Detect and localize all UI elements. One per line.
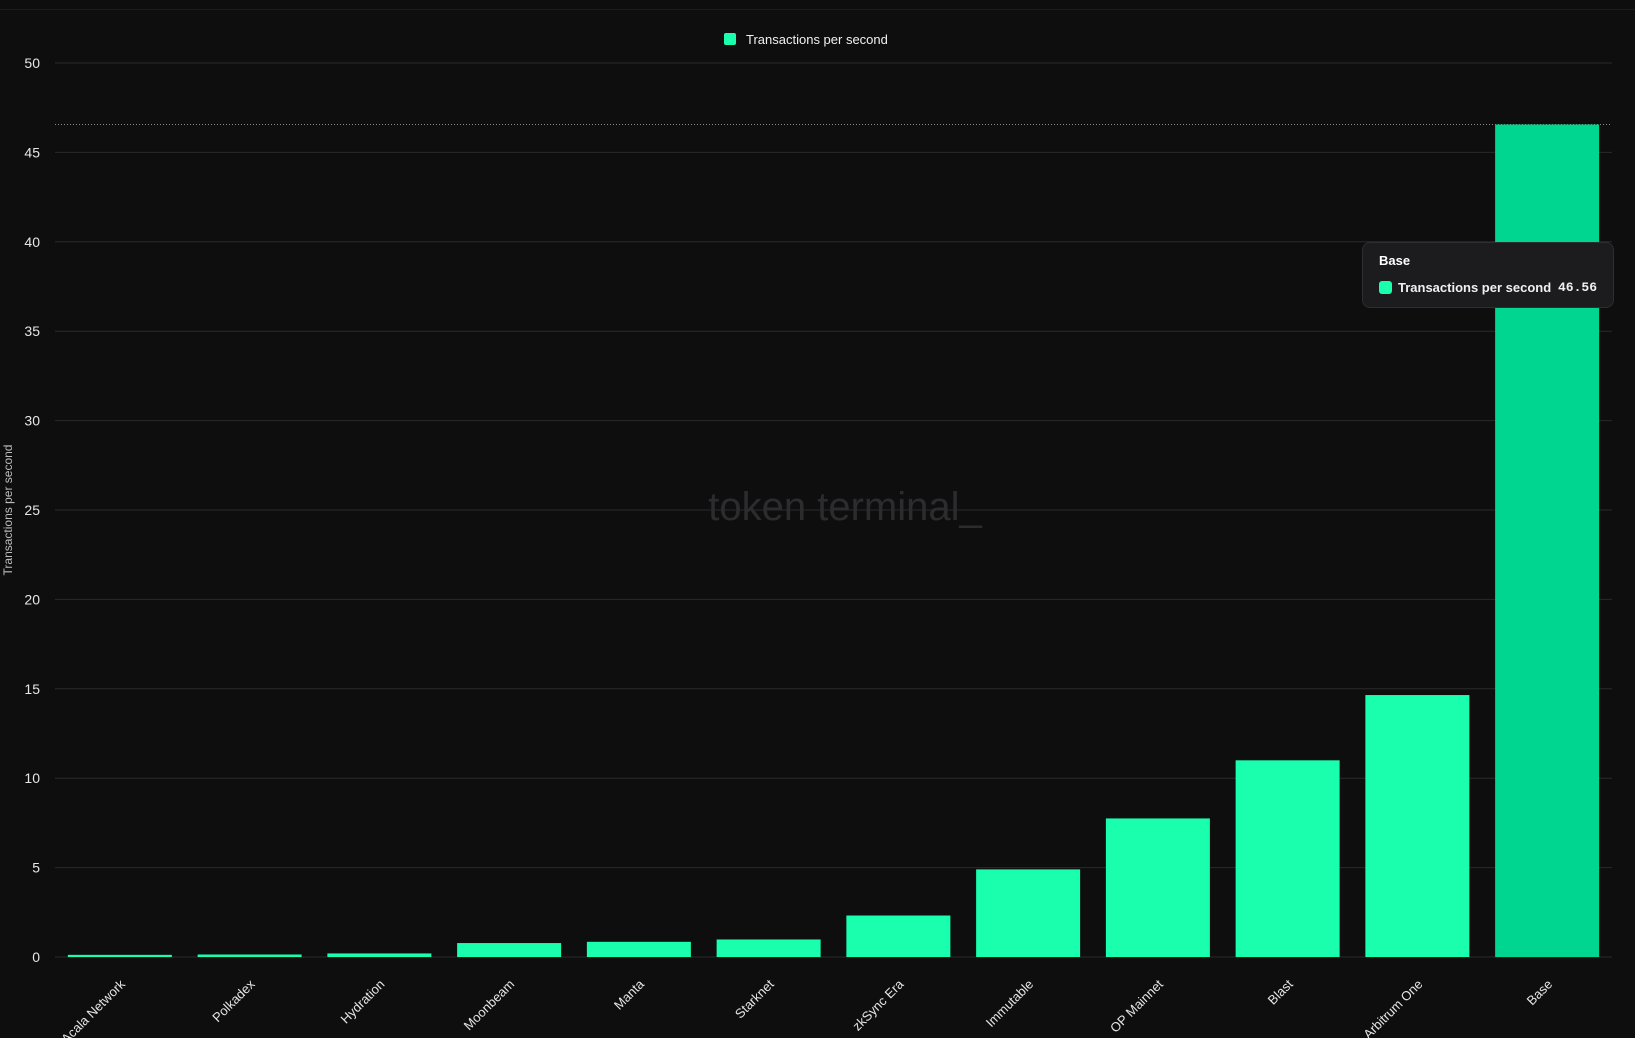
tooltip-value: 46.56 [1557,280,1597,295]
bar-starknet[interactable] [716,939,821,957]
x-tick-label: zkSync Era [849,976,907,1034]
bar-zksync-era[interactable] [846,915,951,957]
bar-polkadex[interactable] [197,954,302,957]
y-axis-ticks: 0 5 10 15 20 25 30 35 40 45 50 [24,55,40,965]
legend-swatch [724,33,736,45]
x-tick-label: Polkadex [209,976,258,1025]
x-tick-label: OP Mainnet [1107,976,1166,1035]
tooltip-swatch [1379,281,1392,294]
x-tick-label: Manta [611,976,648,1013]
y-tick-label: 30 [24,413,40,429]
chart-canvas: token terminal_ 0 5 10 15 20 25 30 35 40 45 50 Aca… [1,32,1612,1038]
legend[interactable]: Transactions per second [724,32,888,47]
x-tick-label: Arbitrum One [1360,977,1425,1038]
y-tick-label: 20 [24,591,40,607]
bar-blast[interactable] [1235,760,1340,957]
x-tick-label: Blast [1265,976,1296,1007]
watermark: token terminal_ [708,485,982,529]
x-tick-label: Hydration [338,977,388,1027]
y-tick-label: 10 [24,770,40,786]
y-tick-label: 35 [24,323,40,339]
x-tick-label: Starknet [732,976,777,1021]
y-tick-label: 25 [24,502,40,518]
y-tick-label: 50 [24,55,40,71]
bar-arbitrum-one[interactable] [1365,695,1470,957]
legend-label: Transactions per second [746,32,888,47]
bar-op-mainnet[interactable] [1105,818,1210,957]
y-tick-label: 15 [24,681,40,697]
y-tick-label: 0 [32,949,40,965]
y-axis-title: Transactions per second [1,445,15,576]
bar-acala-network[interactable] [67,954,172,957]
tooltip-series-label: Transactions per second [1398,280,1552,295]
x-tick-label: Immutable [983,977,1037,1031]
bar-immutable[interactable] [976,869,1081,957]
x-tick-label: Moonbeam [461,977,518,1034]
tooltip-row: Transactions per second 46.56 [1379,280,1597,295]
bar-manta[interactable] [586,941,691,957]
x-tick-label: Acala Network [58,976,128,1038]
x-axis-labels: Acala Network Polkadex Hydration Moonbeam Ma… [58,976,1555,1038]
y-tick-label: 45 [24,144,40,160]
bar-hydration[interactable] [327,953,432,957]
y-tick-label: 5 [32,860,40,876]
tooltip: Base Transactions per second 46.56 [1362,242,1614,308]
bar-chart: token terminal_ 0 5 10 15 20 25 30 35 40 45 50 Aca… [0,0,1635,1038]
bar-moonbeam[interactable] [457,943,562,957]
tooltip-title: Base [1379,253,1411,268]
y-tick-label: 40 [24,234,40,250]
x-tick-label: Base [1524,977,1556,1009]
